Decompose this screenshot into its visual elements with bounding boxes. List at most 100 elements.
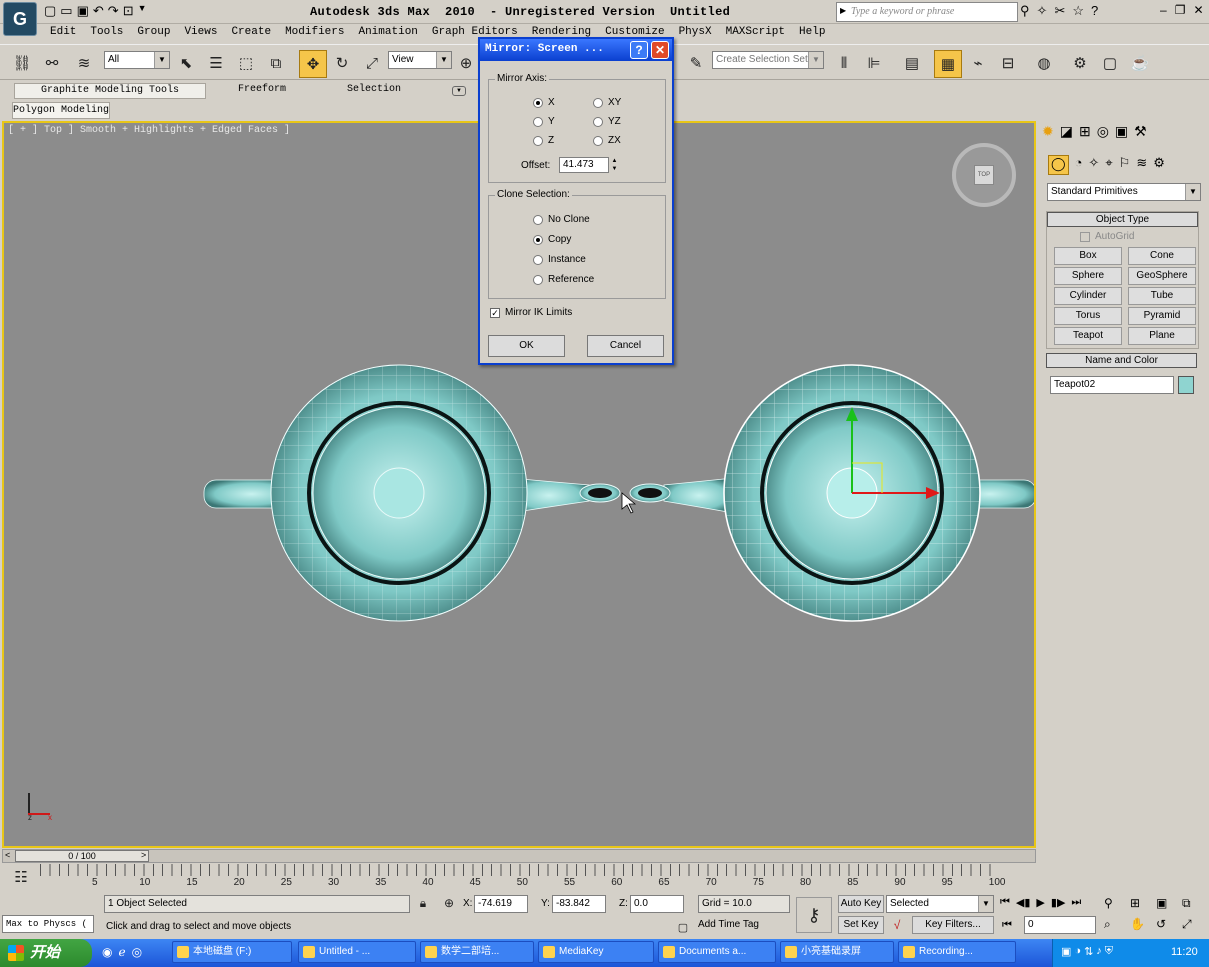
render-setup-icon[interactable]: ⚙ [1068,51,1092,75]
create-tab-icon[interactable]: ✹ [1042,123,1054,145]
menu-animation[interactable]: Animation [358,26,417,38]
tray-network-icon[interactable]: ⇅ [1084,945,1093,958]
graphite-toggle-icon[interactable]: ▦ [934,50,962,78]
orbit-icon[interactable]: ↺ [1156,917,1180,936]
ribbon-tab-graphite[interactable]: Graphite Modeling Tools [14,83,206,99]
lock-selection-icon[interactable]: 🔒︎ [414,894,432,912]
systems-icon[interactable]: ⚙ [1153,155,1165,175]
help-icon[interactable]: ? [630,41,648,59]
ribbon-minimize-icon[interactable]: ▼ [452,86,466,96]
track-bar-toggle-icon[interactable]: ☷ [10,866,32,888]
create-pyramid-button[interactable]: Pyramid [1128,307,1196,325]
new-file-icon[interactable]: ▢ [44,3,56,21]
go-to-end-icon[interactable]: ⏭ [1071,896,1081,909]
menu-help[interactable]: Help [799,26,825,38]
named-selection-set-dropdown[interactable]: Create Selection Set ▼ [712,51,824,69]
start-button[interactable]: 开始 [0,939,92,967]
spinner-arrows-icon[interactable]: ▲ ▼ [610,157,619,173]
binoculars-icon[interactable]: ⚲ [1020,3,1030,21]
time-slider[interactable]: 0 / 100 < > [2,849,1036,863]
taskbar-item[interactable]: Recording... [898,941,1016,963]
select-object-icon[interactable]: ⬉ [174,51,198,75]
rendered-frame-icon[interactable]: ▢ [1098,51,1122,75]
ie-icon[interactable]: ℯ [118,945,125,959]
primitive-type-dropdown[interactable]: Standard Primitives ▼ [1047,183,1201,201]
geometry-icon[interactable]: ◯ [1048,155,1069,175]
tray-antivirus-icon[interactable]: ◑ [1074,945,1081,958]
time-tag-icon[interactable]: ▢ [674,918,692,936]
selection-filter-dropdown[interactable]: All ▼ [104,51,170,69]
go-to-start-icon[interactable]: ⏮ [1000,896,1010,909]
auto-key-button[interactable]: Auto Key [838,895,884,913]
create-sphere-button[interactable]: Sphere [1054,267,1122,285]
material-editor-icon[interactable]: ◍ [1032,51,1056,75]
z-coordinate-input[interactable]: 0.0 [630,895,684,913]
close-icon[interactable]: ✕ [1193,3,1203,17]
menu-modifiers[interactable]: Modifiers [285,26,344,38]
time-slider-thumb[interactable]: 0 / 100 [15,850,149,862]
viewcube[interactable]: TOP [952,143,1016,207]
taskbar-item[interactable]: Untitled - ... [298,941,416,963]
media-icon[interactable]: ◎ [132,945,142,959]
edit-named-selection-icon[interactable]: ✎ [684,51,708,75]
open-file-icon[interactable]: ▭ [60,3,72,21]
absolute-mode-icon[interactable]: ⊕ [440,894,458,912]
axis-xy-radio[interactable]: XY [593,97,621,108]
prev-arrow-icon[interactable]: < [5,850,10,860]
help-icon[interactable]: ? [1091,3,1098,21]
dropdown-icon[interactable]: ▼ [138,3,147,21]
curve-editor-icon[interactable]: ⌁ [966,51,990,75]
axis-y-radio[interactable]: Y [533,116,555,127]
unlink-icon[interactable]: ⚯ [40,51,64,75]
zoom-extents-all-icon[interactable]: ⧉ [1182,896,1206,915]
object-name-input[interactable]: Teapot02 [1050,376,1174,394]
x-coordinate-input[interactable]: -74.619 [474,895,528,913]
minimize-icon[interactable]: – [1160,3,1167,17]
ribbon-tab-freeform[interactable]: Freeform [206,83,318,99]
helpers-icon[interactable]: ⚐ [1119,155,1131,175]
menu-group[interactable]: Group [137,26,170,38]
communication-icon[interactable]: ✂ [1054,3,1065,21]
create-box-button[interactable]: Box [1054,247,1122,265]
maximize-viewport-icon[interactable]: ⤢ [1182,917,1206,936]
cancel-button[interactable]: Cancel [587,335,664,357]
motion-tab-icon[interactable]: ◎ [1097,123,1109,145]
set-key-icon[interactable]: ⚷ [796,897,832,933]
create-tube-button[interactable]: Tube [1128,287,1196,305]
window-crossing-icon[interactable]: ⧉ [264,51,288,75]
pivot-center-icon[interactable]: ⊕ [454,51,478,75]
key-filters-button[interactable]: Key Filters... [912,916,994,934]
track-bar[interactable]: 5 10 15 20 25 30 35 40 45 50 55 60 65 70 75 80 85 90 95 100 [40,864,1005,892]
tray-volume-icon[interactable]: ♪ [1096,945,1102,958]
name-color-rollout-header[interactable]: Name and Color [1046,353,1197,368]
y-coordinate-input[interactable]: -83.842 [552,895,606,913]
teapot-right[interactable] [629,364,1034,622]
spacewarps-icon[interactable]: ≋ [1136,155,1147,175]
autogrid-checkbox[interactable]: AutoGrid [1080,231,1134,242]
ribbon-subtab-polygon[interactable]: Polygon Modeling [12,102,110,119]
menu-views[interactable]: Views [184,26,217,38]
link-icon[interactable]: ⛓ [10,51,34,75]
field-of-view-icon[interactable]: ⌕ [1104,917,1128,936]
lights-icon[interactable]: ✧ [1088,155,1099,175]
subscription-icon[interactable]: ✧ [1037,3,1048,21]
app-logo-icon[interactable]: G [3,2,37,36]
next-arrow-icon[interactable]: > [141,850,146,860]
reference-coordinate-dropdown[interactable]: View ▼ [388,51,452,69]
display-tab-icon[interactable]: ▣ [1115,123,1128,145]
play-icon[interactable]: ▶ [1036,896,1044,909]
clone-copy-radio[interactable]: Copy [533,234,571,245]
viewcube-face-top[interactable]: TOP [974,165,994,185]
offset-spinner[interactable]: 41.473 [559,157,609,173]
zoom-icon[interactable]: ⚲ [1104,896,1128,915]
object-color-swatch[interactable] [1178,376,1194,394]
move-icon[interactable]: ✥ [299,50,327,78]
axis-z-radio[interactable]: Z [533,135,554,146]
clone-no-clone-radio[interactable]: No Clone [533,214,590,225]
ribbon-tab-selection[interactable]: Selection [318,83,430,99]
create-cylinder-button[interactable]: Cylinder [1054,287,1122,305]
taskbar-item[interactable]: MediaKey [538,941,654,963]
cameras-icon[interactable]: ⌖ [1105,155,1112,175]
zoom-extents-icon[interactable]: ▣ [1156,896,1180,915]
key-tangent-icon[interactable]: √ [886,916,908,934]
